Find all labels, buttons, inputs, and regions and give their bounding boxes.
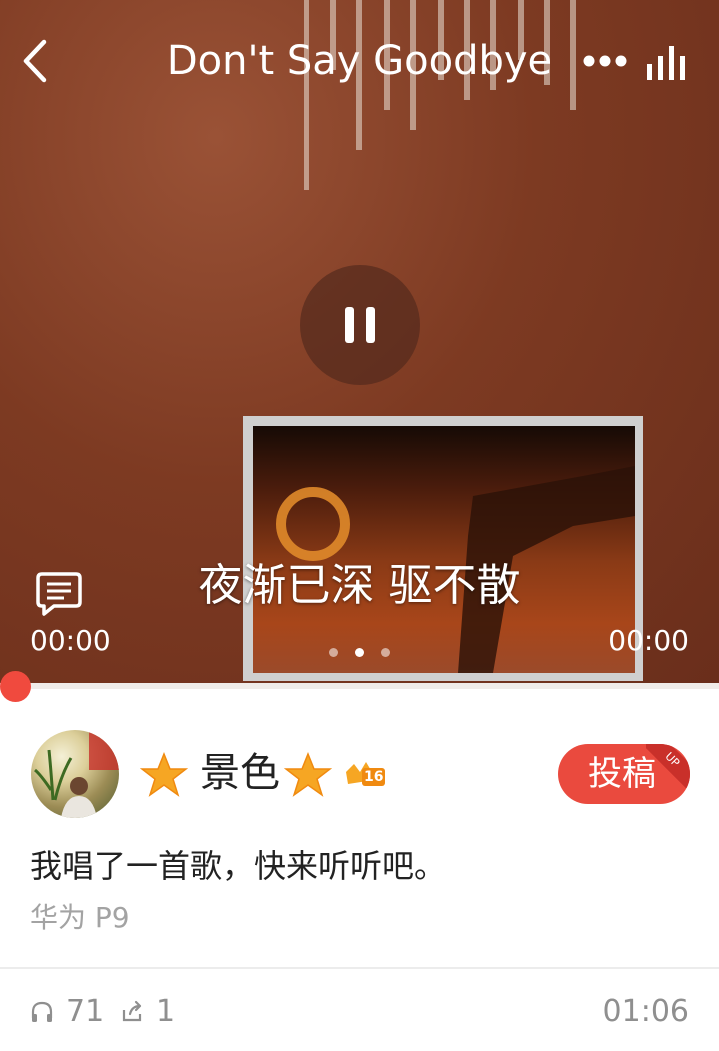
page-dot (329, 648, 338, 657)
back-button[interactable] (14, 36, 58, 86)
divider (0, 967, 719, 969)
star-icon (140, 752, 188, 797)
equalizer-button[interactable] (640, 40, 696, 84)
page-dot-active (355, 648, 364, 657)
album-thumbnail[interactable] (243, 416, 643, 681)
total-time: 00:00 (608, 624, 689, 657)
top-bar: Don't Say Goodbye (0, 0, 719, 120)
listen-count: 71 (66, 994, 105, 1029)
pause-icon (345, 307, 375, 343)
back-arrow-icon (23, 39, 47, 83)
level-number: 16 (362, 768, 386, 786)
progress-bar[interactable] (0, 683, 719, 689)
current-lyric: 夜渐已深 驱不散 (198, 560, 521, 611)
page-dot (381, 648, 390, 657)
star-icon (284, 752, 332, 797)
submit-button[interactable]: 投稿 UP (558, 744, 690, 804)
device-label: 华为 P9 (30, 901, 130, 934)
player-area: Don't Say Goodbye 夜渐已深 驱不散 00:00 00:00 (0, 0, 719, 685)
pause-button[interactable] (300, 265, 420, 385)
page-indicator (326, 646, 396, 658)
up-corner-label: UP (646, 744, 690, 788)
progress-thumb[interactable] (0, 671, 31, 702)
up-corner-badge: UP (646, 744, 690, 788)
lyrics-comment-icon (36, 572, 82, 616)
more-button[interactable] (580, 44, 630, 78)
song-duration: 01:06 (602, 994, 689, 1029)
more-dots-icon (583, 55, 627, 67)
equalizer-icon (647, 46, 685, 80)
lyrics-button[interactable] (34, 570, 84, 616)
share-count: 1 (156, 994, 176, 1029)
level-badge: 16 (344, 760, 388, 790)
share-icon[interactable] (120, 1000, 144, 1024)
headphones-icon (31, 1001, 53, 1022)
avatar-photo (34, 730, 119, 818)
song-title: Don't Say Goodbye (166, 38, 553, 84)
album-photo (276, 466, 635, 673)
username[interactable]: 景色 (200, 748, 280, 798)
post-text: 我唱了一首歌，快来听听吧。 (30, 847, 447, 885)
avatar[interactable] (31, 730, 119, 818)
elapsed-time: 00:00 (30, 624, 111, 657)
